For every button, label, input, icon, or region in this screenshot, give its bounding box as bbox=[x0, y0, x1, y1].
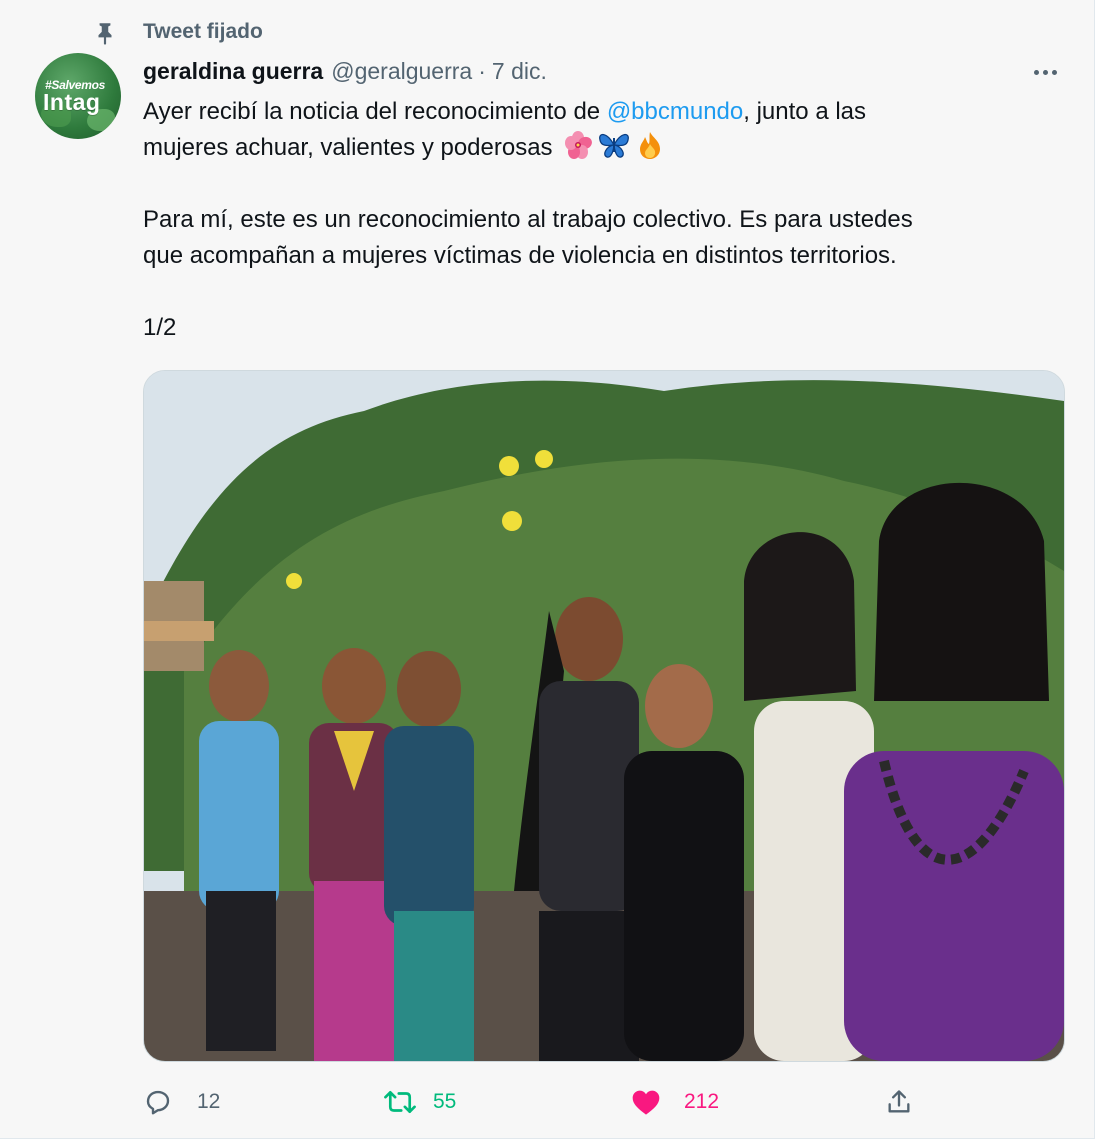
hibiscus-icon bbox=[565, 131, 593, 159]
more-dot bbox=[1042, 69, 1048, 75]
butterfly-icon bbox=[599, 133, 630, 158]
tweet-line-1: Ayer recibí la noticia del reconocimient… bbox=[143, 94, 1043, 130]
tweet-line-2: mujeres achuar, valientes y poderosas bbox=[143, 130, 1043, 166]
retweet-icon bbox=[384, 1090, 416, 1114]
share-icon bbox=[888, 1090, 910, 1113]
header-separator: · bbox=[478, 58, 486, 84]
tweet-paragraph-2-line-1: Para mí, este es un reconocimiento al tr… bbox=[143, 206, 913, 233]
tweet-actions: 12 55 212 bbox=[143, 1082, 923, 1122]
like-count: 212 bbox=[684, 1090, 720, 1113]
fire-icon bbox=[640, 132, 661, 159]
tweet-paragraph-2-line-2: que acompañan a mujeres víctimas de viol… bbox=[143, 242, 897, 269]
tweet-card[interactable]: Tweet fijado #Salvemos Intag geraldina g… bbox=[0, 0, 1095, 1139]
mention-link[interactable]: @bbcmundo bbox=[607, 98, 743, 125]
avatar-logo-text: Intag bbox=[43, 89, 101, 115]
tweet-text-segment: mujeres achuar, valientes y poderosas bbox=[143, 134, 553, 161]
retweet-button[interactable]: 55 bbox=[383, 1082, 456, 1122]
heart-icon bbox=[632, 1090, 660, 1115]
tweet-thread-counter: 1/2 bbox=[143, 314, 177, 341]
reply-count: 12 bbox=[197, 1090, 221, 1113]
like-button[interactable]: 212 bbox=[630, 1082, 719, 1122]
tweet-text-segment: , junto a las bbox=[743, 98, 867, 125]
reply-icon bbox=[146, 1090, 170, 1115]
tweet-header: geraldina guerra @geralguerra · 7 dic. bbox=[143, 58, 547, 88]
reply-button[interactable]: 12 bbox=[143, 1082, 220, 1122]
avatar[interactable]: #Salvemos Intag bbox=[35, 53, 121, 139]
more-dot bbox=[1051, 69, 1057, 75]
more-options-button[interactable] bbox=[1028, 60, 1062, 84]
share-button[interactable] bbox=[885, 1082, 913, 1122]
tweet-photo[interactable] bbox=[143, 370, 1065, 1062]
author-display-name[interactable]: geraldina guerra bbox=[143, 58, 323, 85]
more-dot bbox=[1033, 69, 1039, 75]
author-handle[interactable]: @geralguerra bbox=[331, 58, 472, 85]
tweet-text-segment: Ayer recibí la noticia del reconocimient… bbox=[143, 98, 607, 125]
retweet-count: 55 bbox=[433, 1090, 457, 1113]
group-photo-illustration bbox=[144, 371, 1064, 1061]
tweet-date[interactable]: 7 dic. bbox=[492, 58, 547, 85]
pin-icon bbox=[98, 23, 112, 45]
pinned-label: Tweet fijado bbox=[143, 20, 263, 43]
tweet-text: Ayer recibí la noticia del reconocimient… bbox=[143, 94, 1043, 346]
